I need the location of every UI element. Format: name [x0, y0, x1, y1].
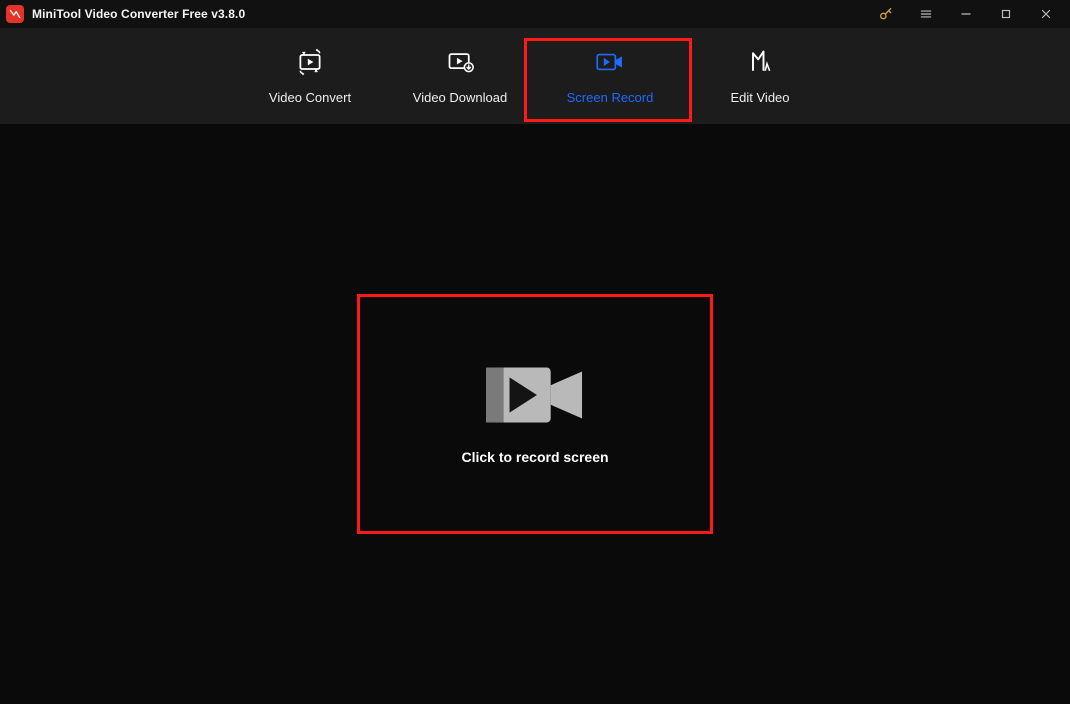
- video-convert-icon: [296, 48, 324, 76]
- hamburger-menu-button[interactable]: [906, 0, 946, 28]
- video-download-icon: [446, 48, 474, 76]
- record-cta-label: Click to record screen: [461, 449, 608, 465]
- tab-edit-video[interactable]: Edit Video: [685, 28, 835, 124]
- tab-label: Edit Video: [730, 90, 789, 105]
- key-icon: [878, 6, 894, 22]
- tab-label: Video Download: [413, 90, 507, 105]
- hamburger-menu-icon: [919, 7, 933, 21]
- tab-video-download[interactable]: Video Download: [385, 28, 535, 124]
- titlebar-controls: [866, 0, 1066, 28]
- close-icon: [1039, 7, 1053, 21]
- minimize-button[interactable]: [946, 0, 986, 28]
- record-screen-panel[interactable]: Click to record screen: [357, 294, 713, 534]
- top-nav: Video Convert Video Download Screen Reco…: [0, 28, 1070, 124]
- tab-label: Video Convert: [269, 90, 351, 105]
- tab-screen-record[interactable]: Screen Record: [535, 28, 685, 124]
- upgrade-key-button[interactable]: [866, 0, 906, 28]
- maximize-button[interactable]: [986, 0, 1026, 28]
- main-area: Click to record screen: [0, 124, 1070, 704]
- close-button[interactable]: [1026, 0, 1066, 28]
- app-title: MiniTool Video Converter Free v3.8.0: [32, 7, 245, 21]
- tab-video-convert[interactable]: Video Convert: [235, 28, 385, 124]
- camera-icon: [486, 363, 584, 427]
- app-logo-glyph: [8, 7, 22, 21]
- highlight-box-tab: [524, 38, 692, 122]
- maximize-icon: [999, 7, 1013, 21]
- minimize-icon: [959, 7, 973, 21]
- titlebar: MiniTool Video Converter Free v3.8.0: [0, 0, 1070, 28]
- edit-video-icon: [746, 48, 774, 76]
- app-logo: [6, 5, 24, 23]
